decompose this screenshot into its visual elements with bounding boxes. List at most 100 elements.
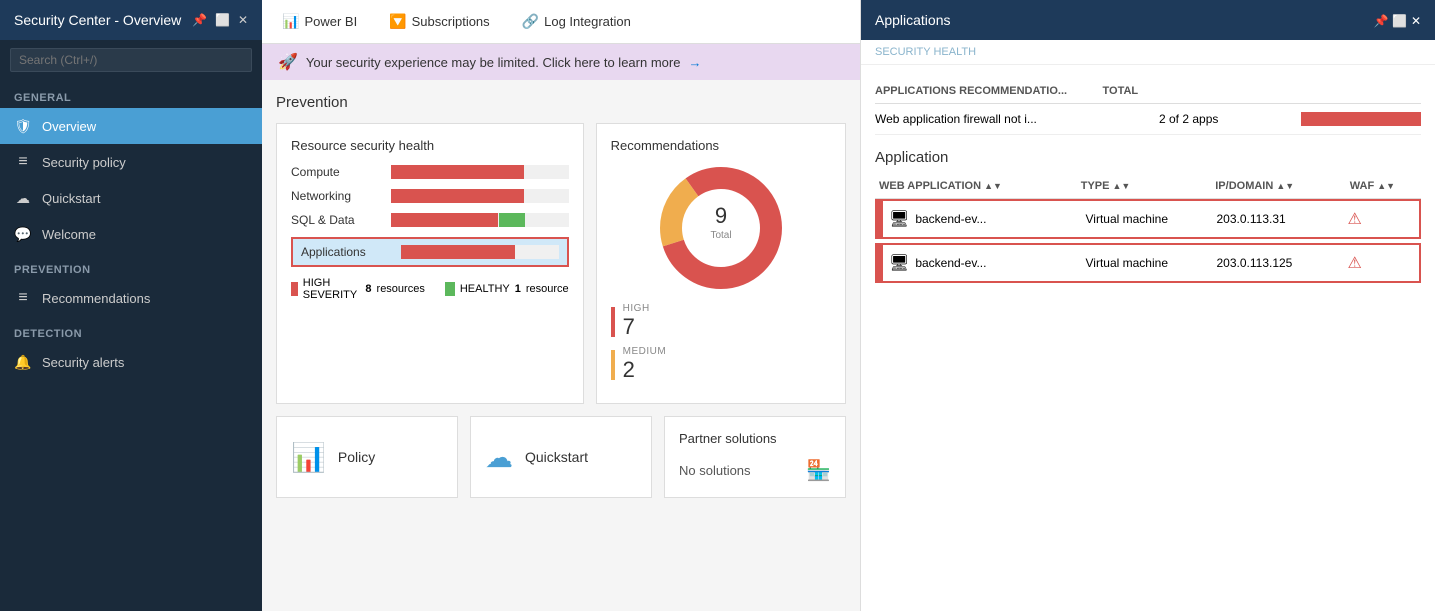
sidebar-item-recommendations[interactable]: ≡ Recommendations <box>0 280 262 316</box>
compute-bar <box>391 165 569 179</box>
sql-data-label: SQL & Data <box>291 213 381 227</box>
app-row-2-type: Virtual machine <box>1086 256 1217 270</box>
section-label-prevention: PREVENTION <box>0 252 262 280</box>
search-input[interactable] <box>10 48 252 72</box>
networking-label: Networking <box>291 189 381 203</box>
close-icon[interactable]: ✕ <box>238 13 248 27</box>
rp-header-total: TOTAL <box>1103 85 1217 97</box>
sidebar-item-security-policy[interactable]: ≡ Security policy <box>0 144 262 180</box>
rp-summary-header: APPLICATIONS RECOMMENDATIO... TOTAL <box>875 79 1421 104</box>
severity-section: HIGH 7 MEDIUM 2 <box>611 303 831 383</box>
right-panel-subtitle: SECURITY HEALTH <box>861 40 1435 65</box>
rp-summary-bar <box>1301 112 1421 126</box>
sidebar-item-overview[interactable]: 🛡 Overview <box>0 108 262 144</box>
power-bi-button[interactable]: 📊 Power BI <box>276 9 363 34</box>
donut-container: 9 Total <box>611 163 831 293</box>
healthy-count: 1 <box>515 283 521 295</box>
right-panel-content: APPLICATIONS RECOMMENDATIO... TOTAL Web … <box>861 65 1435 611</box>
subscriptions-icon: 🔽 <box>389 13 406 30</box>
app-row-1-type: Virtual machine <box>1086 212 1217 226</box>
rp-pin-icon[interactable]: 📌 <box>1374 14 1389 28</box>
app-row-2-name-text: backend-ev... <box>915 256 986 270</box>
high-severity-row: HIGH 7 <box>611 303 831 340</box>
recommendations-icon: ≡ <box>14 289 32 307</box>
main-area: 📊 Power BI 🔽 Subscriptions 🔗 Log Integra… <box>262 0 860 611</box>
overview-icon: 🛡 <box>14 117 32 135</box>
app-header-web-app: WEB APPLICATION ▲▼ <box>879 180 1081 192</box>
sidebar-item-label-recommendations: Recommendations <box>42 291 150 306</box>
sidebar-item-label-security-alerts: Security alerts <box>42 355 124 370</box>
sidebar-item-label-welcome: Welcome <box>42 227 96 242</box>
alert-banner[interactable]: 🚀 Your security experience may be limite… <box>262 44 860 80</box>
sidebar-item-quickstart[interactable]: ☁ Quickstart <box>0 180 262 216</box>
rocket-icon: 🚀 <box>278 52 298 72</box>
log-integration-label: Log Integration <box>544 14 631 29</box>
sql-data-row[interactable]: SQL & Data <box>291 213 569 227</box>
rp-maximize-icon[interactable]: ⬜ <box>1392 14 1407 28</box>
power-bi-label: Power BI <box>304 14 357 29</box>
sidebar-title: Security Center - Overview <box>14 12 181 28</box>
networking-row[interactable]: Networking <box>291 189 569 203</box>
app-row-1[interactable]: 🖥 backend-ev... Virtual machine 203.0.11… <box>875 199 1421 239</box>
store-icon[interactable]: 🏪 <box>806 458 831 483</box>
rp-header-recommendations: APPLICATIONS RECOMMENDATIO... <box>875 85 1103 97</box>
medium-level-label: MEDIUM <box>623 346 667 357</box>
right-panel-title-bar: Applications 📌 ⬜ ✕ <box>861 0 1435 40</box>
policy-card[interactable]: 📊 Policy <box>276 416 458 498</box>
quickstart-icon: ☁ <box>14 189 32 207</box>
pin-icon[interactable]: 📌 <box>192 13 207 27</box>
right-panel-window-controls: 📌 ⬜ ✕ <box>1374 13 1421 28</box>
section-label-general: GENERAL <box>0 80 262 108</box>
compute-bar-red <box>391 165 524 179</box>
healthy-legend: HEALTHY 1 resource <box>445 277 569 301</box>
compute-row[interactable]: Compute <box>291 165 569 179</box>
partner-solutions-title: Partner solutions <box>679 431 831 446</box>
applications-row[interactable]: Applications <box>291 237 569 267</box>
right-panel-title: Applications <box>875 12 951 28</box>
subscriptions-label: Subscriptions <box>412 14 490 29</box>
app-row-2[interactable]: 🖥 backend-ev... Virtual machine 203.0.11… <box>875 243 1421 283</box>
sidebar-item-security-alerts[interactable]: 🔔 Security alerts <box>0 344 262 380</box>
alert-banner-arrow: → <box>688 55 701 70</box>
app-header-type: TYPE ▲▼ <box>1081 180 1216 192</box>
networking-bar <box>391 189 569 203</box>
app-row-1-waf-alert: ⚠ <box>1348 209 1414 229</box>
high-level-label: HIGH <box>623 303 650 314</box>
applications-label: Applications <box>301 245 391 259</box>
sidebar-item-welcome[interactable]: 💬 Welcome <box>0 216 262 252</box>
quickstart-card[interactable]: ☁ Quickstart <box>470 416 652 498</box>
log-integration-button[interactable]: 🔗 Log Integration <box>516 9 637 34</box>
rp-summary-text: Web application firewall not i... <box>875 112 1159 126</box>
donut-label: Total <box>710 230 731 241</box>
subscriptions-button[interactable]: 🔽 Subscriptions <box>383 9 495 34</box>
welcome-icon: 💬 <box>14 225 32 243</box>
maximize-icon[interactable]: ⬜ <box>215 13 230 27</box>
donut-chart: 9 Total <box>656 163 786 293</box>
resource-health-title: Resource security health <box>291 138 569 153</box>
app-row-1-vm-icon: 🖥 <box>889 209 909 229</box>
section-label-detection: DETECTION <box>0 316 262 344</box>
app-row-1-name: 🖥 backend-ev... <box>889 209 1086 229</box>
resource-health-card: Resource security health Compute Network… <box>276 123 584 404</box>
high-severity-bar <box>611 307 615 337</box>
high-severity-color <box>291 282 298 296</box>
app-table-header: WEB APPLICATION ▲▼ TYPE ▲▼ IP/DOMAIN ▲▼ … <box>875 174 1421 199</box>
rp-summary-row[interactable]: Web application firewall not i... 2 of 2… <box>875 104 1421 135</box>
medium-severity-row: MEDIUM 2 <box>611 346 831 383</box>
sidebar-item-label-overview: Overview <box>42 119 96 134</box>
healthy-color <box>445 282 455 296</box>
sidebar-item-label-quickstart: Quickstart <box>42 191 101 206</box>
log-integration-icon: 🔗 <box>522 13 539 30</box>
prevention-grid: Resource security health Compute Network… <box>276 123 846 404</box>
high-severity-label: HIGH SEVERITY <box>303 277 361 301</box>
rp-close-icon[interactable]: ✕ <box>1411 14 1421 28</box>
medium-severity-bar <box>611 350 615 380</box>
main-scroll-area: Prevention Resource security health Comp… <box>262 80 860 611</box>
high-severity-count: 8 <box>365 283 371 295</box>
compute-label: Compute <box>291 165 381 179</box>
prevention-title: Prevention <box>276 94 846 111</box>
sql-data-bar <box>391 213 569 227</box>
networking-bar-red <box>391 189 524 203</box>
app-section-title: Application <box>875 149 1421 166</box>
sql-data-bar-green <box>499 213 526 227</box>
